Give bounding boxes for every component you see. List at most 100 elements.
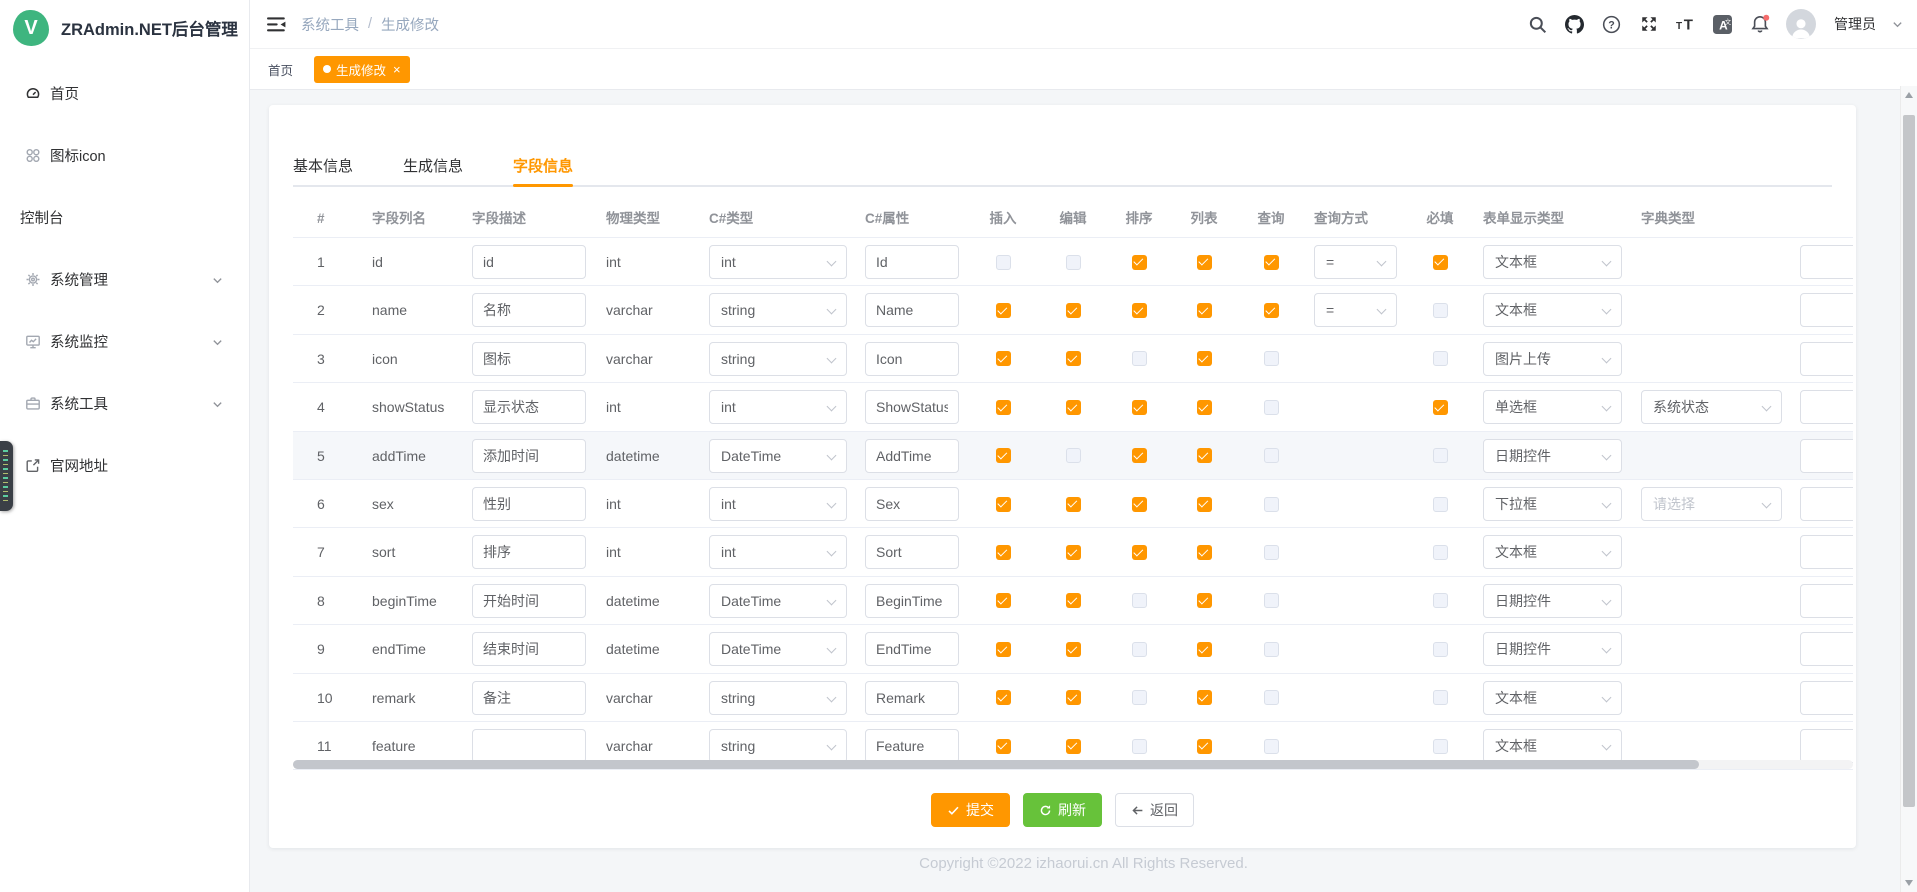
required-checkbox[interactable] (1433, 303, 1448, 318)
list-checkbox[interactable] (1197, 545, 1212, 560)
edit-checkbox[interactable] (1066, 593, 1081, 608)
search-icon[interactable] (1527, 14, 1548, 35)
list-checkbox[interactable] (1197, 400, 1212, 415)
cprop-input[interactable] (865, 681, 959, 715)
scroll-up-arrow-icon[interactable] (1905, 92, 1913, 98)
desc-input[interactable] (472, 439, 586, 473)
cprop-input[interactable] (865, 632, 959, 666)
display_type-select[interactable]: 日期控件 (1483, 439, 1622, 473)
query_mode-select[interactable]: = (1314, 245, 1397, 279)
insert-checkbox[interactable] (996, 739, 1011, 754)
ctype-select[interactable]: int (709, 390, 847, 424)
display_type-select[interactable]: 文本框 (1483, 245, 1622, 279)
required-checkbox[interactable] (1433, 593, 1448, 608)
cprop-input[interactable] (865, 729, 959, 763)
list-checkbox[interactable] (1197, 642, 1212, 657)
extra-input[interactable] (1800, 342, 1853, 376)
ctype-select[interactable]: string (709, 293, 847, 327)
query_mode-select[interactable]: = (1314, 293, 1397, 327)
ctype-select[interactable]: DateTime (709, 584, 847, 618)
cprop-input[interactable] (865, 535, 959, 569)
extra-input[interactable] (1800, 439, 1853, 473)
cprop-input[interactable] (865, 245, 959, 279)
desc-input[interactable] (472, 342, 586, 376)
insert-checkbox[interactable] (996, 545, 1011, 560)
edit-checkbox[interactable] (1066, 545, 1081, 560)
extra-input[interactable] (1800, 681, 1853, 715)
sidebar-item-4[interactable]: 系统管理 (0, 248, 249, 310)
display_type-select[interactable]: 日期控件 (1483, 632, 1622, 666)
cprop-input[interactable] (865, 439, 959, 473)
display_type-select[interactable]: 日期控件 (1483, 584, 1622, 618)
extra-input[interactable] (1800, 390, 1853, 424)
edit-checkbox[interactable] (1066, 642, 1081, 657)
edit-checkbox[interactable] (1066, 351, 1081, 366)
ctype-select[interactable]: string (709, 681, 847, 715)
display_type-select[interactable]: 下拉框 (1483, 487, 1622, 521)
insert-checkbox[interactable] (996, 448, 1011, 463)
sort-checkbox[interactable] (1132, 593, 1147, 608)
user-name[interactable]: 管理员 (1834, 14, 1876, 34)
edit-checkbox[interactable] (1066, 497, 1081, 512)
extra-input[interactable] (1800, 245, 1853, 279)
ctype-select[interactable]: string (709, 729, 847, 763)
required-checkbox[interactable] (1433, 400, 1448, 415)
insert-checkbox[interactable] (996, 497, 1011, 512)
ctype-select[interactable]: DateTime (709, 439, 847, 473)
query-checkbox[interactable] (1264, 448, 1279, 463)
query-checkbox[interactable] (1264, 642, 1279, 657)
query-checkbox[interactable] (1264, 400, 1279, 415)
sort-checkbox[interactable] (1132, 545, 1147, 560)
query-checkbox[interactable] (1264, 303, 1279, 318)
extra-input[interactable] (1800, 535, 1853, 569)
sort-checkbox[interactable] (1132, 642, 1147, 657)
extra-input[interactable] (1800, 293, 1853, 327)
ctype-select[interactable]: int (709, 487, 847, 521)
required-checkbox[interactable] (1433, 739, 1448, 754)
edit-checkbox[interactable] (1066, 400, 1081, 415)
query-checkbox[interactable] (1264, 593, 1279, 608)
tab-3[interactable]: 字段信息 (513, 145, 573, 185)
query-checkbox[interactable] (1264, 739, 1279, 754)
desc-input[interactable] (472, 293, 586, 327)
desc-input[interactable] (472, 535, 586, 569)
cprop-input[interactable] (865, 390, 959, 424)
desc-input[interactable] (472, 729, 586, 763)
edit-checkbox[interactable] (1066, 303, 1081, 318)
edit-checkbox[interactable] (1066, 448, 1081, 463)
insert-checkbox[interactable] (996, 690, 1011, 705)
breadcrumb-item-parent[interactable]: 系统工具 (301, 14, 359, 35)
edit-checkbox[interactable] (1066, 255, 1081, 270)
edit-checkbox[interactable] (1066, 690, 1081, 705)
sort-checkbox[interactable] (1132, 400, 1147, 415)
sort-checkbox[interactable] (1132, 351, 1147, 366)
bell-icon[interactable] (1749, 14, 1770, 35)
cprop-input[interactable] (865, 342, 959, 376)
desc-input[interactable] (472, 487, 586, 521)
extra-input[interactable] (1800, 729, 1853, 763)
desc-input[interactable] (472, 245, 586, 279)
required-checkbox[interactable] (1433, 351, 1448, 366)
list-checkbox[interactable] (1197, 303, 1212, 318)
ctype-select[interactable]: int (709, 535, 847, 569)
debug-panel-handle[interactable] (0, 441, 13, 511)
horizontal-scrollbar-thumb[interactable] (293, 760, 1699, 769)
extra-input[interactable] (1800, 584, 1853, 618)
sort-checkbox[interactable] (1132, 690, 1147, 705)
required-checkbox[interactable] (1433, 545, 1448, 560)
display_type-select[interactable]: 文本框 (1483, 293, 1622, 327)
display_type-select[interactable]: 单选框 (1483, 390, 1622, 424)
tab-1[interactable]: 基本信息 (293, 145, 353, 185)
translate-icon[interactable]: A文 (1712, 14, 1733, 35)
dict_type-select[interactable]: 请选择 (1641, 487, 1782, 521)
required-checkbox[interactable] (1433, 255, 1448, 270)
query-checkbox[interactable] (1264, 545, 1279, 560)
list-checkbox[interactable] (1197, 448, 1212, 463)
font-size-icon[interactable]: TT (1675, 14, 1696, 35)
help-icon[interactable]: ? (1601, 14, 1622, 35)
horizontal-scrollbar[interactable] (293, 760, 1853, 769)
desc-input[interactable] (472, 390, 586, 424)
dict_type-select[interactable]: 系统状态 (1641, 390, 1782, 424)
query-checkbox[interactable] (1264, 351, 1279, 366)
sidebar-item-5[interactable]: 系统监控 (0, 310, 249, 372)
